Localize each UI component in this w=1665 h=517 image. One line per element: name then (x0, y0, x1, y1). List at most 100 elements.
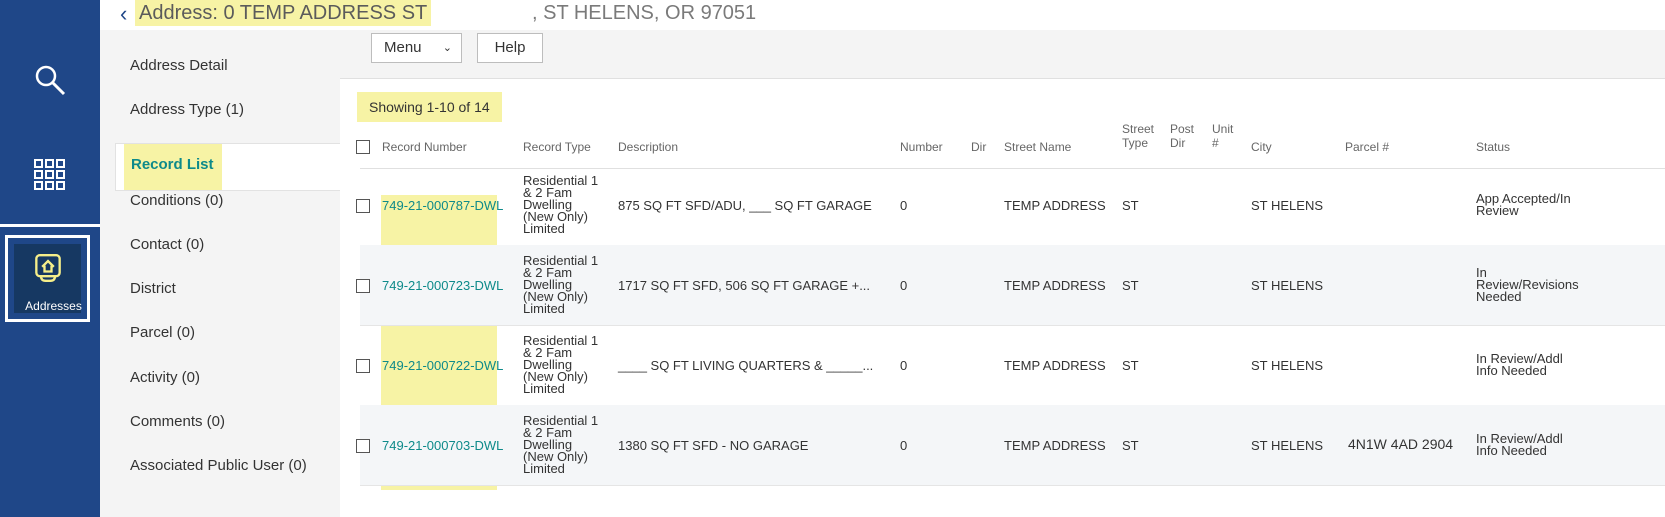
addresses-nav-label: Addresses (25, 299, 82, 313)
col-header-street-type-line1: Street (1122, 122, 1155, 136)
record-type-line: Limited (523, 381, 565, 396)
chevron-left-icon[interactable]: ‹ (120, 1, 127, 27)
nav-rail: Addresses (0, 0, 100, 517)
street-type-cell: ST (1122, 278, 1139, 293)
record-type-cell: Residential 1 & 2 Fam Dwelling (New Only… (523, 254, 603, 316)
sidebar-item-record-list[interactable]: Record List (115, 143, 341, 191)
street-name-cell: TEMP ADDRESS (1004, 438, 1106, 453)
city-cell: ST HELENS (1251, 278, 1324, 293)
col-header-record-number[interactable]: Record Number (382, 140, 467, 154)
col-header-status[interactable]: Status (1476, 140, 1510, 154)
status-cell: In Review/Addl Info Needed (1476, 352, 1571, 378)
sidebar-item-address-type[interactable]: Address Type (1) (130, 101, 244, 118)
col-header-post-dir[interactable]: Post Dir (1170, 122, 1194, 150)
status-line: Review (1476, 203, 1519, 218)
address-house-icon (35, 254, 61, 282)
sidebar-item-conditions[interactable]: Conditions (0) (130, 192, 223, 209)
street-type-cell: ST (1122, 358, 1139, 373)
record-type-cell: Residential 1 & 2 Fam Dwelling (New Only… (523, 334, 603, 396)
row-checkbox[interactable] (356, 439, 370, 453)
col-header-unit[interactable]: Unit # (1212, 122, 1233, 150)
page-title-address: Address: 0 TEMP ADDRESS ST (135, 0, 432, 26)
sidebar-item-address-detail[interactable]: Address Detail (130, 57, 228, 74)
city-cell: ST HELENS (1251, 358, 1324, 373)
col-header-number[interactable]: Number (900, 140, 943, 154)
description-cell: 875 SQ FT SFD/ADU, ___ SQ FT GARAGE (618, 198, 872, 213)
col-header-unit-line2: # (1212, 136, 1219, 150)
record-type-cell: Residential 1 & 2 Fam Dwelling (New Only… (523, 174, 603, 236)
sidebar-item-comments[interactable]: Comments (0) (130, 413, 225, 430)
menu-dropdown-button[interactable]: Menu ⌄ (371, 33, 462, 63)
status-line: Needed (1476, 289, 1522, 304)
toolbar: Menu ⌄ Help (340, 30, 1665, 79)
col-header-street-type[interactable]: Street Type (1122, 122, 1154, 150)
search-icon (35, 65, 66, 96)
parcel-cell: 4N1W 4AD 2904 (1348, 436, 1454, 452)
col-header-street-type-line2: Type (1122, 136, 1149, 150)
search-nav-button[interactable] (0, 55, 100, 105)
record-type-line: Limited (523, 461, 565, 476)
sidebar-item-district[interactable]: District (130, 280, 176, 297)
apps-nav-button[interactable] (0, 150, 100, 200)
street-type-cell: ST (1122, 198, 1139, 213)
record-type-line: Limited (523, 221, 565, 236)
row-checkbox[interactable] (356, 199, 370, 213)
record-type-line: Limited (523, 301, 565, 316)
page-header: ‹ Address: 0 TEMP ADDRESS ST , ST HELENS… (100, 0, 1665, 30)
help-button[interactable]: Help (477, 33, 543, 63)
col-header-dir[interactable]: Dir (971, 140, 986, 154)
description-cell: 1717 SQ FT SFD, 506 SQ FT GARAGE +... (618, 278, 871, 293)
status-cell: App Accepted/In Review (1476, 192, 1571, 218)
table-row[interactable]: 749-21-000722-DWL Residential 1 & 2 Fam … (356, 325, 1665, 406)
col-header-unit-line1: Unit (1212, 122, 1234, 136)
description-cell: ____ SQ FT LIVING QUARTERS & _____... (618, 358, 874, 373)
sidebar-item-contact[interactable]: Contact (0) (130, 236, 204, 253)
row-checkbox[interactable] (356, 359, 370, 373)
col-header-street-name[interactable]: Street Name (1004, 140, 1071, 154)
row-checkbox[interactable] (356, 279, 370, 293)
record-type-cell: Residential 1 & 2 Fam Dwelling (New Only… (523, 414, 603, 476)
table-row[interactable]: 749-21-000703-DWL Residential 1 & 2 Fam … (356, 405, 1665, 486)
select-all-checkbox[interactable] (356, 140, 370, 154)
status-line: Info Needed (1476, 443, 1547, 458)
nav-divider (0, 224, 100, 227)
addresses-nav-active-bg: Addresses (14, 244, 82, 313)
street-name-cell: TEMP ADDRESS (1004, 358, 1106, 373)
col-header-post-dir-line2: Dir (1170, 136, 1186, 150)
number-cell: 0 (900, 358, 908, 373)
record-number-link[interactable]: 749-21-000703-DWL (382, 439, 503, 452)
apps-grid-icon (34, 159, 65, 190)
col-header-city[interactable]: City (1251, 140, 1272, 154)
table-row[interactable]: 749-21-000723-DWL Residential 1 & 2 Fam … (356, 245, 1665, 326)
chevron-down-icon: ⌄ (442, 42, 452, 54)
number-cell: 0 (900, 278, 908, 293)
col-header-parcel[interactable]: Parcel # (1345, 140, 1389, 154)
sidebar-item-activity[interactable]: Activity (0) (130, 369, 200, 386)
menu-button-label: Menu (384, 39, 422, 56)
number-cell: 0 (900, 438, 908, 453)
record-number-link[interactable]: 749-21-000723-DWL (382, 279, 503, 292)
sidebar-item-associated-public-user[interactable]: Associated Public User (0) (130, 457, 307, 474)
status-cell: In Review/Addl Info Needed (1476, 432, 1571, 458)
sidebar-item-label: Record List (131, 156, 214, 173)
col-header-description[interactable]: Description (618, 140, 678, 154)
sidebar-item-parcel[interactable]: Parcel (0) (130, 324, 195, 341)
record-number-link[interactable]: 749-21-000722-DWL (382, 359, 503, 372)
page-title-city: , ST HELENS, OR 97051 (532, 2, 757, 24)
street-name-cell: TEMP ADDRESS (1004, 278, 1106, 293)
table-row[interactable]: 749-21-000787-DWL Residential 1 & 2 Fam … (356, 165, 1665, 246)
col-header-record-type[interactable]: Record Type (523, 140, 591, 154)
city-cell: ST HELENS (1251, 438, 1324, 453)
addresses-nav-button[interactable]: Addresses (5, 235, 90, 322)
col-header-post-dir-line1: Post (1170, 122, 1195, 136)
main-content: Menu ⌄ Help Showing 1-10 of 14 Record Nu… (340, 30, 1665, 517)
street-type-cell: ST (1122, 438, 1139, 453)
street-name-cell: TEMP ADDRESS (1004, 198, 1106, 213)
number-cell: 0 (900, 198, 908, 213)
record-number-link[interactable]: 749-21-000787-DWL (382, 199, 503, 212)
status-line: Info Needed (1476, 363, 1547, 378)
record-sidebar: Address Detail Address Type (1) Record L… (100, 30, 341, 517)
description-cell: 1380 SQ FT SFD - NO GARAGE (618, 438, 809, 453)
table-header: Record Number Record Type Description Nu… (356, 118, 1665, 169)
city-cell: ST HELENS (1251, 198, 1324, 213)
